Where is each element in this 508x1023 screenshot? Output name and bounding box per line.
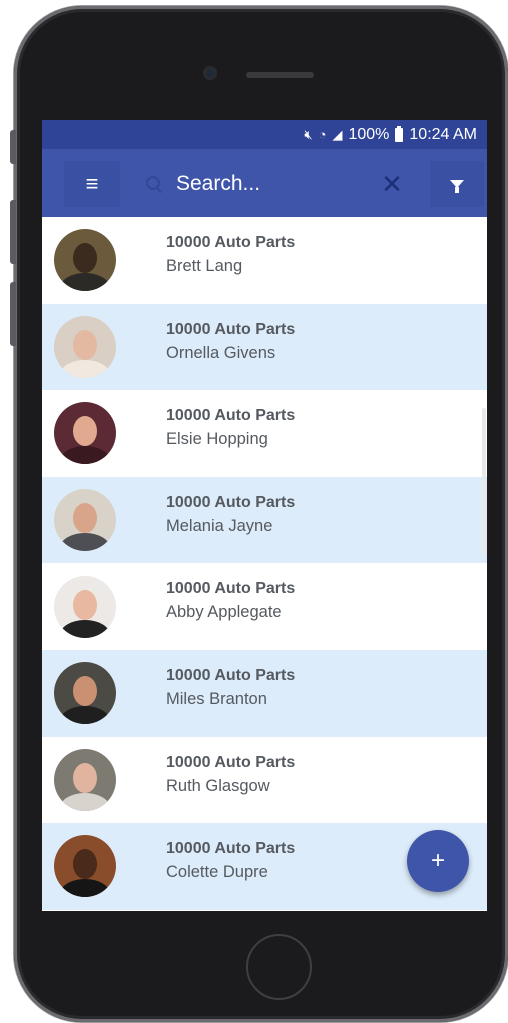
search-icon <box>146 176 162 192</box>
contact-name: Colette Dupre <box>166 863 268 882</box>
avatar <box>54 489 116 552</box>
home-button[interactable] <box>246 934 312 1000</box>
avatar <box>54 662 116 725</box>
battery-percent: 100% <box>348 125 390 143</box>
scroll-indicator <box>482 408 486 554</box>
earpiece-speaker <box>246 72 314 78</box>
list-item[interactable]: 10000 Auto Parts Abby Applegate <box>42 563 487 650</box>
contact-name: Ornella Givens <box>166 343 276 362</box>
company-name: 10000 Auto Parts <box>166 666 296 684</box>
contact-name: Brett Lang <box>166 257 243 275</box>
signal-icon: ◢ <box>332 126 343 142</box>
app-bar: ≡ ✕ <box>42 149 487 217</box>
list-item[interactable]: 10000 Auto Parts Brett Lang <box>42 217 487 304</box>
mute-switch <box>10 130 16 164</box>
contact-name: Abby Applegate <box>166 603 282 622</box>
contact-list: 10000 Auto Parts Brett Lang 10000 Auto P… <box>42 217 487 910</box>
menu-button[interactable]: ≡ <box>64 161 120 207</box>
company-name: 10000 Auto Parts <box>166 840 296 858</box>
close-icon: ✕ <box>381 168 403 199</box>
contact-name: Melania Jayne <box>166 516 273 535</box>
volume-down-button <box>10 282 16 346</box>
clear-search-button[interactable]: ✕ <box>377 161 407 207</box>
company-name: 10000 Auto Parts <box>166 753 296 771</box>
app-screen: 🔇︎ ◔ ◢ 100% 10:24 AM ≡ ✕ 10000 Auto Part… <box>42 120 487 911</box>
avatar <box>54 575 116 638</box>
wifi-icon: ◔ <box>318 127 327 142</box>
company-name: 10000 Auto Parts <box>166 580 296 598</box>
add-icon: + <box>430 847 445 874</box>
add-button[interactable]: + <box>407 830 469 892</box>
filter-icon <box>450 180 464 193</box>
front-camera <box>203 66 217 80</box>
contact-name: Ruth Glasgow <box>166 776 270 795</box>
status-bar: 🔇︎ ◔ ◢ 100% 10:24 AM <box>42 120 487 149</box>
mute-icon: 🔇︎ <box>304 126 313 142</box>
avatar <box>54 315 116 378</box>
volume-up-button <box>10 200 16 264</box>
avatar <box>54 229 116 292</box>
avatar <box>54 402 116 465</box>
avatar <box>54 748 116 811</box>
search-input[interactable] <box>176 172 356 196</box>
list-item[interactable]: 10000 Auto Parts Ornella Givens <box>42 303 487 391</box>
contact-name: Miles Branton <box>166 689 267 708</box>
company-name: 10000 Auto Parts <box>166 320 296 338</box>
list-item[interactable]: 10000 Auto Parts Melania Jayne <box>42 476 487 564</box>
list-item[interactable]: 10000 Auto Parts Ruth Glasgow <box>42 737 487 824</box>
clock: 10:24 AM <box>409 125 477 143</box>
filter-button[interactable] <box>430 161 484 207</box>
company-name: 10000 Auto Parts <box>166 493 296 511</box>
company-name: 10000 Auto Parts <box>166 234 296 251</box>
menu-icon: ≡ <box>85 171 99 196</box>
list-item[interactable]: 10000 Auto Parts Elsie Hopping <box>42 390 487 477</box>
battery-icon <box>395 125 404 142</box>
company-name: 10000 Auto Parts <box>166 407 296 425</box>
list-item[interactable]: 10000 Auto Parts Miles Branton <box>42 649 487 737</box>
avatar <box>54 835 116 898</box>
contact-name: Elsie Hopping <box>166 430 268 449</box>
